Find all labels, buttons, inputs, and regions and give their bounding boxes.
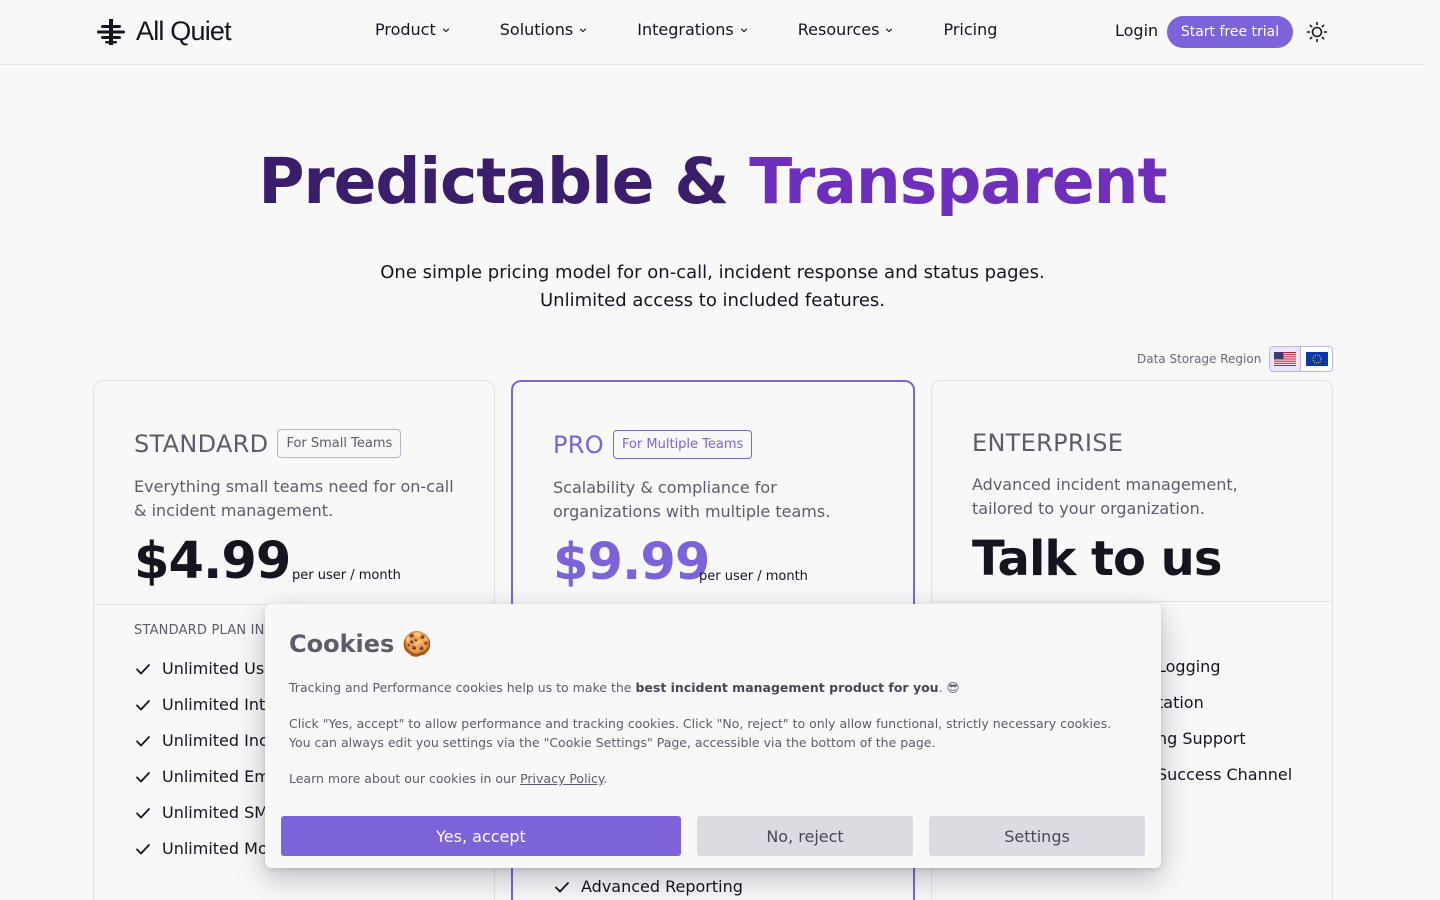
learn-more-text: Learn more about our cookies in our: [289, 771, 521, 786]
subtitle-line: One simple pricing model for on-call, in…: [380, 262, 1045, 283]
plan-header: PRO For Multiple Teams: [553, 430, 753, 459]
divider: [932, 601, 1332, 602]
cookie-settings-button[interactable]: Settings: [929, 816, 1145, 856]
plan-name: PRO: [553, 430, 604, 459]
chevron-down-icon: [886, 27, 893, 32]
cookie-title: Cookies 🍪: [289, 630, 432, 658]
chevron-down-icon: [740, 27, 747, 32]
plan-tag: For Multiple Teams: [612, 430, 753, 459]
feature-item: Success Channel: [1157, 765, 1292, 784]
plan-header: STANDARD For Small Teams: [134, 429, 402, 458]
chevron-down-icon: [442, 27, 449, 32]
cookie-learn-more: Learn more about our cookies in our Priv…: [289, 769, 1129, 788]
nav-integrations[interactable]: Integrations: [637, 20, 748, 39]
feature-label: Logging: [1157, 657, 1221, 676]
feature-item: Unlimited Use: [134, 659, 274, 678]
nav-label: Pricing: [943, 20, 998, 39]
plan-price: $4.99: [134, 532, 291, 591]
cookie-explanation: Click "Yes, accept" to allow performance…: [289, 716, 1112, 750]
nav-label: Solutions: [499, 20, 574, 39]
price-unit: per user / month: [699, 569, 808, 584]
cookie-icon: 🍪: [402, 630, 433, 658]
check-icon: [136, 843, 150, 854]
nav-label: Product: [375, 20, 436, 39]
nav-product[interactable]: Product: [375, 20, 450, 39]
feature-item: Unlimited SMS: [134, 803, 278, 822]
check-icon: [136, 771, 150, 782]
logo[interactable]: All Quiet: [96, 16, 232, 47]
plan-tag: For Small Teams: [277, 429, 402, 458]
logo-icon: [97, 18, 125, 45]
page-subtitle: One simple pricing model for on-call, in…: [0, 259, 1425, 315]
feature-label: tation: [1157, 693, 1204, 712]
feature-label: Success Channel: [1157, 765, 1293, 784]
region-selector: Data Storage Region: [1137, 346, 1334, 372]
login-link[interactable]: Login: [1115, 21, 1158, 40]
plan-description: Scalability & compliance for organizatio…: [553, 478, 831, 521]
privacy-policy-link[interactable]: Privacy Policy: [520, 771, 603, 786]
check-icon: [136, 663, 150, 674]
reject-cookies-button[interactable]: No, reject: [697, 816, 913, 856]
plan-name: STANDARD: [134, 429, 269, 458]
check-icon: [136, 807, 150, 818]
cookie-intro: Tracking and Performance cookies help us…: [289, 678, 1129, 697]
feature-label: Advanced Reporting: [581, 877, 743, 896]
logo-text: All Quiet: [136, 16, 232, 46]
nav-solutions[interactable]: Solutions: [500, 20, 588, 39]
eu-flag-icon: [1305, 352, 1328, 366]
feature-item: Unlimited Ema: [134, 767, 280, 786]
cookie-intro-bold: best incident management product for you: [635, 680, 939, 695]
cookie-title-text: Cookies: [289, 630, 395, 658]
check-icon: [136, 699, 150, 710]
us-flag-button[interactable]: [1270, 347, 1302, 371]
feature-label: Unlimited Use: [162, 659, 275, 678]
plan-description: Everything small teams need for on-call …: [134, 477, 454, 520]
feature-label: Unlimited SMS: [162, 803, 279, 822]
plan-description: Advanced incident management, tailored t…: [972, 475, 1238, 518]
subtitle-line: Unlimited access to included features.: [539, 290, 885, 311]
feature-label: Unlimited Mor: [162, 839, 275, 858]
nav-pricing[interactable]: Pricing: [943, 20, 997, 39]
feature-label: Unlimited Inte: [162, 695, 276, 714]
feature-item: Logging: [1157, 657, 1220, 676]
includes-heading: STANDARD PLAN IN: [134, 623, 265, 638]
cookie-intro-end: . 😎: [938, 680, 960, 695]
feature-label: Unlimited Inci: [162, 731, 273, 750]
accept-cookies-button[interactable]: Yes, accept: [281, 816, 681, 856]
region-label: Data Storage Region: [1137, 352, 1262, 366]
eu-flag-button[interactable]: [1301, 347, 1333, 371]
site-header: All Quiet Product Solutions Integrations…: [0, 0, 1425, 65]
main-nav: Product Solutions Integrations Resources…: [375, 20, 1047, 39]
feature-label: Unlimited Ema: [162, 767, 280, 786]
nav-label: Resources: [797, 20, 880, 39]
title-part1: Predictable &: [258, 145, 729, 218]
us-flag-icon: [1274, 352, 1297, 366]
feature-item: tation: [1157, 693, 1204, 712]
price-unit: per user / month: [292, 568, 401, 583]
cookie-intro-text: Tracking and Performance cookies help us…: [289, 680, 636, 695]
region-toggle: [1269, 346, 1334, 372]
feature-item: ng Support: [1157, 729, 1246, 748]
feature-item: Unlimited Inci: [134, 731, 272, 750]
check-icon: [136, 735, 150, 746]
feature-item: Unlimited Mor: [134, 839, 274, 858]
feature-label: ng Support: [1157, 729, 1246, 748]
learn-more-end: .: [603, 771, 608, 786]
plan-name: ENTERPRISE: [972, 429, 1124, 457]
nav-label: Integrations: [637, 20, 734, 39]
start-trial-button[interactable]: Start free trial: [1167, 16, 1293, 48]
feature-item: Unlimited Inte: [134, 695, 275, 714]
nav-resources[interactable]: Resources: [798, 20, 894, 39]
feature-item: Advanced Reporting: [553, 877, 743, 896]
title-part2: Transparent: [749, 145, 1167, 218]
check-icon: [555, 881, 569, 892]
cookie-dialog: Cookies 🍪 Tracking and Performance cooki…: [265, 604, 1161, 868]
sun-icon[interactable]: [1306, 21, 1328, 43]
plan-header: ENTERPRISE: [972, 429, 1123, 457]
plan-price: $9.99: [553, 533, 710, 592]
chevron-down-icon: [580, 27, 587, 32]
page-title: Predictable & Transparent: [0, 145, 1425, 218]
plan-price: Talk to us: [972, 531, 1222, 587]
